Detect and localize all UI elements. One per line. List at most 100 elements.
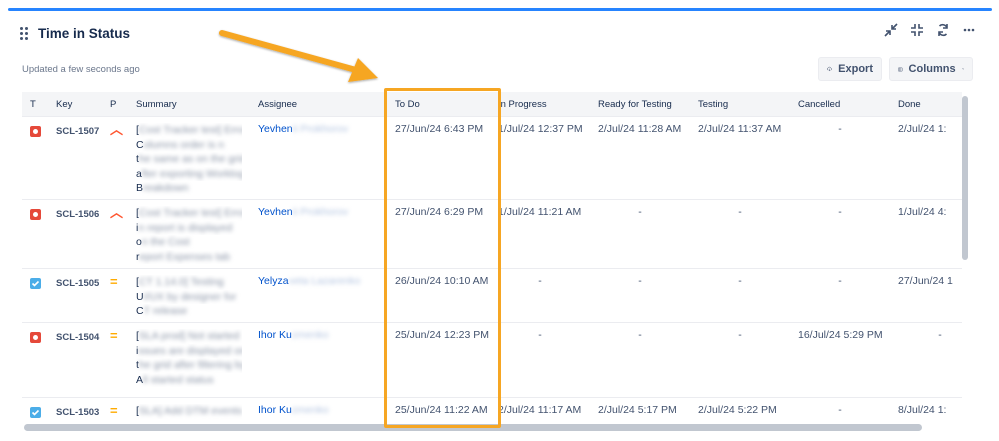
- assignee-link[interactable]: Yevhenii Prokhorov: [250, 116, 381, 200]
- col-header-priority[interactable]: P: [102, 92, 128, 117]
- summary-redacted-text: olumns order is n: [143, 138, 225, 151]
- summary-visible-text: U: [136, 290, 144, 303]
- collapse-icon[interactable]: [883, 22, 899, 38]
- summary-visible-text: o: [136, 236, 142, 248]
- issue-key[interactable]: SCL-1506: [48, 199, 102, 269]
- summary-line: All started status: [136, 373, 242, 388]
- priority-cell: ︿: [102, 116, 128, 200]
- testing-time: -: [690, 199, 790, 269]
- summary-line: [Cost Tracker test] Error: [136, 206, 242, 221]
- testing-time: 2/Jul/24 11:37 AM: [690, 116, 790, 200]
- col-header-done[interactable]: Done: [890, 92, 962, 117]
- cancelled-time: -: [790, 397, 890, 422]
- in-progress-time: -: [490, 268, 590, 323]
- summary-line: Columns order is n: [136, 138, 242, 153]
- issue-summary[interactable]: [Cost Tracker test] Error Columns order i…: [128, 116, 250, 200]
- bug-type-icon: [30, 332, 41, 343]
- assignee-link[interactable]: Yelyzaveta Lazarenko: [250, 268, 381, 323]
- in-progress-time: 1/Jul/24 11:21 AM: [490, 199, 590, 269]
- summary-redacted-text: n report is displayed: [138, 221, 233, 234]
- summary-line: [SLA prod] Not started: [136, 329, 242, 344]
- more-icon[interactable]: [961, 22, 977, 38]
- priority-cell: =: [102, 268, 128, 323]
- summary-redacted-text: n the Cost: [141, 236, 190, 248]
- issue-key[interactable]: SCL-1507: [48, 116, 102, 200]
- summary-line: CT release: [136, 304, 242, 319]
- summary-redacted-text: CT 1.14.0] Testing: [138, 276, 224, 288]
- summary-line: on the Cost: [136, 235, 242, 250]
- priority-medium-icon: =: [110, 403, 118, 418]
- updated-status: Updated a few seconds ago: [22, 64, 140, 75]
- export-button[interactable]: Export: [818, 57, 882, 81]
- done-time: 2/Jul/24 1:: [890, 116, 962, 200]
- issue-key[interactable]: SCL-1505: [48, 268, 102, 323]
- vertical-scrollbar[interactable]: [962, 96, 968, 260]
- issue-summary[interactable]: [SLA] Add DTM events: [128, 397, 250, 422]
- col-header-type[interactable]: T: [22, 92, 48, 117]
- ready-for-testing-time: -: [590, 268, 690, 323]
- col-header-key[interactable]: Key: [48, 92, 102, 117]
- assignee-visible-text: Ihor Ku: [258, 329, 292, 341]
- assignee-redacted-text: zmenko: [291, 329, 329, 341]
- ready-for-testing-time: -: [590, 199, 690, 269]
- summary-line: [Cost Tracker test] Error: [136, 123, 242, 138]
- priority-medium-icon: =: [110, 328, 118, 343]
- minimize-icon[interactable]: [909, 22, 925, 38]
- testing-time: -: [690, 322, 790, 398]
- ready-for-testing-time: -: [590, 322, 690, 398]
- cancelled-time: 16/Jul/24 5:29 PM: [790, 322, 890, 398]
- summary-redacted-text: SLA prod] Not started: [138, 330, 240, 342]
- summary-redacted-text: Cost Tracker test] Error: [138, 124, 242, 136]
- summary-redacted-text: I/UX by designer for: [143, 290, 237, 303]
- col-header-summary[interactable]: Summary: [128, 92, 250, 117]
- chevron-down-icon: [961, 68, 964, 70]
- issue-key[interactable]: SCL-1504: [48, 322, 102, 398]
- summary-line: report Expenses tab: [136, 250, 242, 265]
- done-time: 27/Jun/24 1: [890, 268, 962, 323]
- in-progress-time: 2/Jul/24 11:17 AM: [490, 397, 590, 422]
- assignee-link[interactable]: Yevhenii Prokhorov: [250, 199, 381, 269]
- issue-summary[interactable]: [CT 1.14.0] Testing UI/UX by designer for…: [128, 268, 250, 323]
- summary-visible-text: A: [136, 373, 144, 386]
- issue-type-cell: [22, 116, 48, 200]
- summary-visible-text: B: [136, 182, 144, 194]
- drag-handle-icon[interactable]: [20, 26, 30, 40]
- widget-header-actions: [883, 22, 977, 38]
- assignee-redacted-text: veta Lazarenko: [288, 275, 361, 287]
- columns-button[interactable]: Columns: [889, 57, 973, 81]
- summary-redacted-text: he grid after filtering by: [138, 359, 242, 371]
- refresh-icon[interactable]: [935, 22, 951, 38]
- priority-cell: ︿: [102, 199, 128, 269]
- assignee-redacted-text: ii Prokhorov: [292, 206, 349, 218]
- assignee-link[interactable]: Ihor Kuzmenko: [250, 397, 381, 422]
- todo-column-highlight: [384, 88, 501, 428]
- assignee-visible-text: Yelyza: [258, 275, 289, 287]
- col-header-assignee[interactable]: Assignee: [250, 92, 381, 117]
- issue-type-cell: [22, 268, 48, 323]
- col-header-cancelled[interactable]: Cancelled: [790, 92, 890, 117]
- issue-summary[interactable]: [Cost Tracker test] Error in report is di…: [128, 199, 250, 269]
- issue-summary[interactable]: [SLA prod] Not started issues are display…: [128, 322, 250, 398]
- issue-key[interactable]: SCL-1503: [48, 397, 102, 422]
- col-header-in-progress[interactable]: In Progress: [490, 92, 590, 117]
- summary-redacted-text: eport Expenses tab: [139, 250, 230, 263]
- summary-line: issues are displayed on: [136, 344, 242, 359]
- col-header-ready-for-testing[interactable]: Ready for Testing: [590, 92, 690, 117]
- summary-redacted-text: Cost Tracker test] Error: [138, 207, 242, 219]
- assignee-link[interactable]: Ihor Kuzmenko: [250, 322, 381, 398]
- priority-medium-icon: =: [110, 274, 118, 289]
- cloud-download-icon: [827, 66, 832, 72]
- done-time: -: [890, 322, 962, 398]
- in-progress-time: 1/Jul/24 12:37 PM: [490, 116, 590, 200]
- summary-redacted-text: reakdown: [143, 182, 189, 194]
- assignee-redacted-text: zmenko: [291, 404, 329, 416]
- columns-label: Columns: [908, 63, 956, 75]
- export-label: Export: [838, 63, 873, 75]
- summary-line: Breakdown: [136, 181, 242, 196]
- summary-line: the grid after filtering by: [136, 358, 242, 373]
- task-type-icon: [30, 407, 41, 418]
- assignee-visible-text: Yevhen: [258, 123, 293, 135]
- col-header-testing[interactable]: Testing: [690, 92, 790, 117]
- assignee-visible-text: Ihor Ku: [258, 404, 292, 416]
- bug-type-icon: [30, 126, 41, 137]
